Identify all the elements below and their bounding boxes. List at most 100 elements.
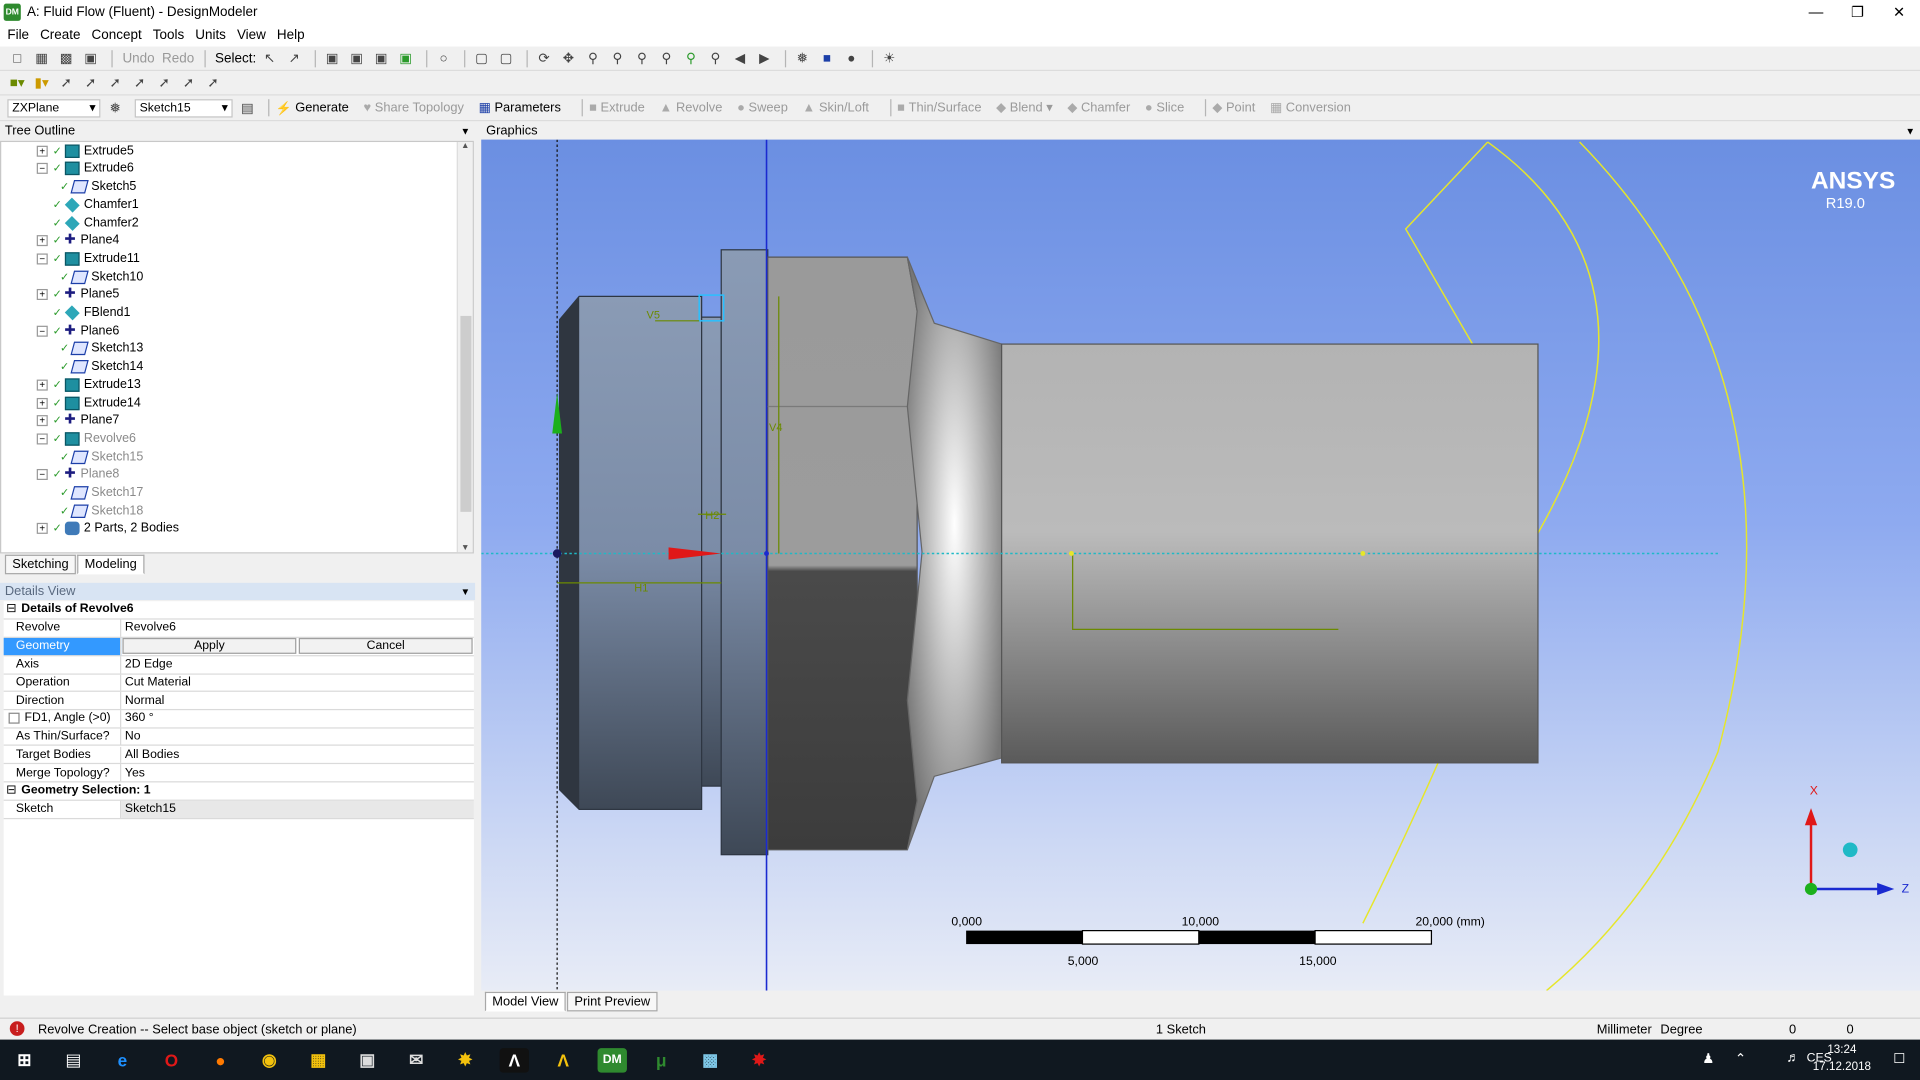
minimize-icon[interactable]: —: [1795, 0, 1837, 24]
box-select-icon[interactable]: ▢: [472, 50, 492, 67]
zoom-selection-icon[interactable]: ⚲: [681, 50, 701, 67]
volume-icon[interactable]: ♬: [1787, 1051, 1800, 1066]
dimension-h2[interactable]: H2: [705, 510, 719, 522]
line-tool-7-icon[interactable]: ➚: [203, 74, 223, 91]
dimension-v4[interactable]: V4: [769, 422, 782, 434]
tree-item-sketch17[interactable]: ✓ Sketch17: [60, 484, 143, 502]
dimension-v5[interactable]: V5: [647, 309, 660, 321]
share-topology-button[interactable]: ♥ Share Topology: [364, 100, 464, 115]
collapse-icon[interactable]: −: [36, 433, 48, 445]
collapse-icon[interactable]: −: [36, 325, 48, 337]
expand-icon[interactable]: +: [36, 397, 48, 409]
expand-icon[interactable]: +: [36, 145, 48, 157]
details-value[interactable]: Yes: [121, 764, 474, 781]
blend-button[interactable]: ◆ Blend ▾: [996, 100, 1052, 115]
slice-button[interactable]: ● Slice: [1145, 100, 1184, 115]
collapse-icon[interactable]: −: [36, 469, 48, 481]
redo-button[interactable]: Redo: [162, 51, 194, 66]
zoom-in-icon[interactable]: ⚲: [608, 50, 628, 67]
zoom-box-icon[interactable]: ⚲: [632, 50, 652, 67]
pin-icon[interactable]: ▼: [461, 586, 471, 597]
tree-item-2-parts-2-bodies[interactable]: + ✓ 2 Parts, 2 Bodies: [36, 520, 179, 538]
sketch-point[interactable]: [1068, 551, 1074, 556]
file-explorer-icon[interactable]: ▦: [304, 1048, 333, 1072]
tree-item-chamfer1[interactable]: ✓ Chamfer1: [37, 196, 139, 214]
display-model-icon[interactable]: ■: [817, 50, 837, 67]
tab-model-view[interactable]: Model View: [484, 991, 566, 1012]
notifications-icon[interactable]: ☐: [1893, 1051, 1905, 1067]
tree-item-fblend1[interactable]: ✓ FBlend1: [37, 304, 130, 322]
details-row-operation[interactable]: Operation Cut Material: [3, 674, 474, 693]
pin-icon[interactable]: ▼: [461, 126, 471, 137]
point-button[interactable]: ◆ Point: [1212, 100, 1255, 115]
axis-point[interactable]: [764, 551, 769, 556]
screenshot-icon[interactable]: ▣: [81, 50, 101, 67]
start-icon[interactable]: ⊞: [10, 1048, 39, 1072]
collapse-icon[interactable]: −: [36, 163, 48, 175]
expand-icon[interactable]: +: [36, 415, 48, 427]
scrollbar-thumb[interactable]: [460, 315, 472, 512]
parameters-button[interactable]: ▦ Parameters: [479, 100, 561, 115]
sweep-button[interactable]: ● Sweep: [737, 100, 788, 115]
pin-icon[interactable]: ▼: [1905, 126, 1915, 137]
display-point-icon[interactable]: ●: [842, 50, 862, 67]
select-filter-icon[interactable]: ↗: [284, 50, 304, 67]
select-bodies-icon[interactable]: ▣: [396, 50, 416, 67]
tree-item-sketch5[interactable]: ✓ Sketch5: [60, 178, 136, 196]
tree-item-sketch15[interactable]: ✓ Sketch15: [60, 448, 143, 466]
tree-item-chamfer2[interactable]: ✓ Chamfer2: [37, 214, 139, 232]
triad-icon[interactable]: ❅: [793, 50, 813, 67]
conversion-button[interactable]: ▦ Conversion: [1270, 100, 1351, 115]
task-view-icon[interactable]: ▤: [59, 1048, 88, 1072]
tree-item-sketch10[interactable]: ✓ Sketch10: [60, 268, 143, 286]
tray-chevron-icon[interactable]: ⌃: [1735, 1051, 1746, 1067]
next-view-icon[interactable]: ▶: [755, 50, 775, 67]
pan-icon[interactable]: ✥: [559, 50, 579, 67]
zoom-icon[interactable]: ⚲: [583, 50, 603, 67]
tab-print-preview[interactable]: Print Preview: [567, 991, 658, 1012]
parameter-checkbox[interactable]: [8, 713, 20, 725]
tree-item-plane7[interactable]: + ✓ ✚ Plane7: [36, 412, 119, 430]
menu-units[interactable]: Units: [195, 28, 226, 43]
sketch-point[interactable]: [1360, 551, 1366, 556]
mail-icon[interactable]: ✉: [402, 1048, 431, 1072]
details-row-revolve[interactable]: Revolve Revolve6: [3, 619, 474, 638]
tree-item-extrude6[interactable]: − ✓ Extrude6: [36, 160, 134, 178]
tree-item-sketch14[interactable]: ✓ Sketch14: [60, 358, 143, 376]
apply-button[interactable]: Apply: [122, 638, 297, 655]
details-value[interactable]: No: [121, 728, 474, 745]
menu-file[interactable]: File: [7, 28, 29, 43]
details-value[interactable]: All Bodies: [121, 746, 474, 763]
tree-item-revolve6[interactable]: − ✓ Revolve6: [36, 430, 136, 448]
tree-item-sketch18[interactable]: ✓ Sketch18: [60, 502, 143, 520]
tree-item-plane5[interactable]: + ✓ ✚ Plane5: [36, 286, 119, 304]
designmodeler-icon[interactable]: DM: [597, 1047, 627, 1073]
ansys-icon[interactable]: Λ: [499, 1047, 529, 1073]
details-value[interactable]: 2D Edge: [121, 656, 474, 673]
select-faces-icon[interactable]: ▣: [371, 50, 391, 67]
tree-item-plane6[interactable]: − ✓ ✚ Plane6: [36, 322, 119, 340]
expand-icon[interactable]: +: [36, 379, 48, 391]
workbench-icon[interactable]: ✸: [451, 1048, 480, 1072]
select-mode-icon[interactable]: ↖: [260, 50, 280, 67]
ansys-launcher-icon[interactable]: Λ: [549, 1048, 578, 1072]
menu-concept[interactable]: Concept: [92, 28, 142, 43]
expand-icon[interactable]: +: [36, 523, 48, 535]
model-view-canvas[interactable]: V5 V4 H2 H1 ANSYS R19.0 0,000 10,000 20,…: [481, 139, 1920, 991]
menu-help[interactable]: Help: [277, 28, 305, 43]
line-tool-2-icon[interactable]: ➚: [81, 74, 101, 91]
line-tool-4-icon[interactable]: ➚: [130, 74, 150, 91]
expand-icon[interactable]: +: [36, 289, 48, 301]
origin-point[interactable]: [552, 549, 562, 558]
tree-scrollbar[interactable]: ▲ ▼: [456, 142, 473, 553]
tree-item-extrude11[interactable]: − ✓ Extrude11: [36, 250, 140, 268]
tree-item-extrude14[interactable]: + ✓ Extrude14: [36, 394, 141, 412]
dimension-h1[interactable]: H1: [634, 582, 648, 594]
zoom-fit-icon[interactable]: ⚲: [657, 50, 677, 67]
chamfer-button[interactable]: ◆ Chamfer: [1067, 100, 1130, 115]
opera-icon[interactable]: O: [157, 1048, 186, 1072]
close-icon[interactable]: ✕: [1878, 0, 1920, 24]
line-tool-1-icon[interactable]: ➚: [56, 74, 76, 91]
undo-button[interactable]: Undo: [122, 51, 154, 66]
details-row-geometry[interactable]: Geometry Apply Cancel: [3, 637, 474, 656]
